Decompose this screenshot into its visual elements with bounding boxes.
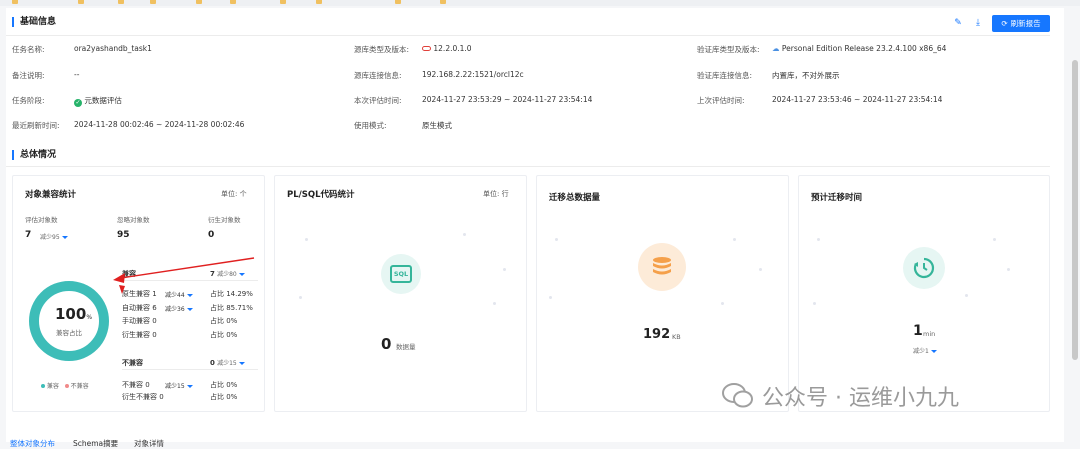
last-refresh-value: 2024-11-28 00:02:46 ~ 2024-11-28 00:02:4…	[74, 120, 245, 129]
derive-count-value: 0	[208, 230, 215, 240]
breakdown-row-name: 衍生兼容 0	[122, 330, 157, 339]
scrollbar[interactable]	[1072, 60, 1078, 360]
stage-value: ✓ 元数据评估	[74, 96, 122, 107]
eval-count-delta: 减少95	[40, 232, 68, 241]
overview-title: 总体情况	[12, 150, 56, 160]
time-delta: 减少1	[913, 346, 937, 355]
task-name-value: ora2yashandb_task1	[74, 44, 152, 53]
legend: 兼容 不兼容	[41, 381, 89, 390]
divider	[6, 35, 1050, 36]
plsql-value-label: 数据量	[396, 343, 416, 351]
derive-count-label: 衍生对象数	[208, 216, 241, 224]
red-arrow-annotation	[113, 257, 255, 294]
breakdown-row-ratio: 占比 85.71%	[210, 303, 253, 312]
source-conn-value: 192.168.2.22:1521/orcl12c	[422, 70, 524, 79]
wechat-icon	[722, 383, 753, 408]
task-name-label: 任务名称:	[12, 45, 45, 54]
last-refresh-label: 最近刷新时间:	[12, 121, 60, 130]
object-compat-card: 对象兼容统计 单位: 个 评估对象数 7 减少95 忽略对象数 95 衍生对象数…	[12, 175, 265, 412]
tab-overall-distribution[interactable]: 整体对象分布	[10, 438, 55, 449]
legend-dot-incompat	[64, 384, 69, 388]
breakdown-row-name: 自动兼容 6	[122, 303, 157, 312]
database-icon	[638, 243, 686, 291]
breakdown-row-ratio: 占比 0%	[210, 381, 238, 389]
source-conn-label: 源库连接信息:	[354, 71, 402, 80]
divider	[122, 369, 258, 370]
card-title: 预计迁移时间	[811, 193, 863, 203]
mode-value: 原生模式	[422, 121, 452, 130]
breakdown-row-name: 衍生不兼容 0	[122, 393, 164, 401]
refresh-report-button[interactable]: ⟳ 刷新报告	[992, 15, 1050, 32]
this-eval-value: 2024-11-27 23:53:29 ~ 2024-11-27 23:54:1…	[422, 95, 593, 104]
plsql-card: PL/SQL代码统计 单位: 行 SQL 0 数据量	[274, 175, 527, 412]
plsql-value: 0	[381, 335, 392, 353]
eval-count-value: 7	[25, 230, 32, 240]
data-volume-card: 迁移总数据量 192 KB	[536, 175, 789, 412]
down-triangle-icon	[186, 307, 193, 311]
data-volume-value: 192	[643, 327, 671, 342]
ignore-count-label: 忽略对象数	[117, 216, 150, 224]
report-panel: 基础信息 ✎ ⤓ ⟳ 刷新报告 任务名称: ora2yashandb_task1…	[6, 8, 1064, 448]
check-circle-icon: ✓	[74, 99, 82, 107]
card-title: 迁移总数据量	[549, 193, 601, 203]
note-label: 备注说明:	[12, 71, 45, 80]
verify-conn-label: 验证库连接信息:	[697, 71, 753, 80]
time-value: 1	[913, 323, 923, 339]
tab-schema-summary[interactable]: Schema摘要	[73, 438, 118, 449]
card-title: 对象兼容统计	[25, 190, 77, 200]
breakdown-row-name: 不兼容 0	[122, 381, 150, 389]
verify-conn-value: 内置库，不对外展示	[772, 71, 840, 80]
card-title: PL/SQL代码统计	[287, 190, 355, 200]
ignore-count-value: 95	[117, 230, 130, 240]
eval-count-label: 评估对象数	[25, 216, 58, 224]
incompat-head: 不兼容	[122, 359, 143, 367]
browser-bookmark-strip	[0, 0, 1080, 6]
breakdown-row-ratio: 占比 0%	[210, 330, 238, 339]
down-triangle-icon	[930, 350, 937, 353]
edit-icon[interactable]: ✎	[950, 15, 966, 31]
this-eval-label: 本次评估时间:	[354, 96, 402, 105]
source-type-value: 12.2.0.1.0	[422, 44, 472, 53]
note-value: --	[74, 70, 80, 79]
time-unit: min	[923, 330, 936, 338]
divider	[6, 166, 1050, 167]
refresh-icon: ⟳	[1001, 19, 1008, 28]
breakdown-row-ratio: 占比 0%	[210, 317, 238, 325]
migration-time-card: 预计迁移时间 1 min 减少1	[798, 175, 1050, 412]
timer-icon	[903, 247, 945, 289]
breakdown-row-name: 手动兼容 0	[122, 317, 157, 325]
last-eval-label: 上次评估时间:	[697, 96, 745, 105]
legend-dot-compat	[41, 384, 45, 388]
data-volume-unit: KB	[672, 333, 681, 341]
breakdown-row-delta: 减少36	[165, 304, 193, 313]
card-unit: 单位: 个	[221, 190, 247, 198]
basic-info-title: 基础信息	[12, 17, 56, 27]
down-triangle-icon	[186, 385, 193, 388]
tab-object-details[interactable]: 对象详情	[134, 438, 164, 449]
cloud-db-icon: ☁	[772, 44, 780, 53]
donut-value: 100%	[55, 305, 93, 323]
donut-label: 兼容占比	[56, 329, 82, 337]
breakdown-row-ratio: 占比 0%	[210, 393, 238, 401]
download-icon[interactable]: ⤓	[970, 15, 986, 31]
mode-label: 使用模式:	[354, 121, 387, 130]
source-type-label: 源库类型及版本:	[354, 45, 410, 54]
last-eval-value: 2024-11-27 23:53:46 ~ 2024-11-27 23:54:1…	[772, 95, 943, 104]
breakdown-row-delta: 减少15	[165, 381, 193, 390]
stage-label: 任务阶段:	[12, 96, 45, 105]
verify-type-label: 验证库类型及版本:	[697, 45, 760, 54]
incompat-head-value: 0 减少15	[210, 358, 245, 367]
sql-icon: SQL	[381, 254, 421, 294]
down-triangle-icon	[61, 236, 68, 239]
wechat-watermark: 公众号 · 运维小九九	[722, 380, 959, 412]
oracle-icon	[422, 46, 431, 51]
down-triangle-icon	[238, 361, 245, 365]
verify-type-value: ☁ Personal Edition Release 23.2.4.100 x8…	[772, 44, 947, 53]
card-unit: 单位: 行	[483, 190, 509, 198]
